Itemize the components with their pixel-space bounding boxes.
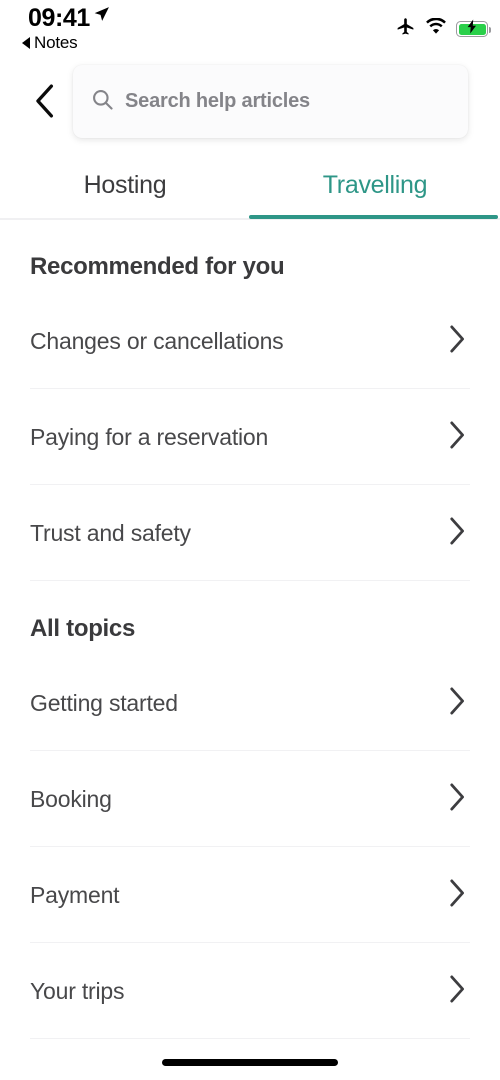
list-item-label: Trust and safety [30, 519, 191, 546]
battery-nub [488, 26, 491, 33]
chevron-right-icon [449, 325, 466, 358]
status-bar-left: 09:41 Notes [22, 4, 110, 53]
list-item-label: Your trips [30, 977, 125, 1004]
status-bar: 09:41 Notes [0, 0, 500, 62]
list-item-label: Getting started [30, 689, 178, 716]
tab-travelling[interactable]: Travelling [250, 152, 500, 218]
status-bar-right [395, 16, 491, 42]
search-icon [92, 89, 113, 115]
search-placeholder: Search help articles [125, 90, 310, 112]
home-indicator[interactable] [162, 1059, 338, 1066]
row-divider [30, 1037, 470, 1039]
list-item[interactable]: Payment [0, 847, 500, 943]
list-item[interactable]: Changes or cancellations [0, 293, 500, 389]
list-item[interactable]: Trust and safety [0, 485, 500, 581]
chevron-left-icon [34, 83, 56, 123]
charging-bolt-icon [467, 19, 477, 39]
section-header-recommended: Recommended for you [30, 253, 285, 280]
list-item[interactable]: Getting started [0, 655, 500, 751]
back-button[interactable] [24, 82, 66, 124]
list-item[interactable]: Paying for a reservation [0, 389, 500, 485]
list-item-label: Booking [30, 785, 112, 812]
wifi-icon [425, 17, 447, 41]
location-arrow-icon [93, 6, 110, 28]
triangle-left-icon [22, 37, 30, 49]
list-item[interactable]: Booking [0, 751, 500, 847]
chevron-right-icon [449, 783, 466, 816]
time-group: 09:41 [22, 4, 110, 32]
chevron-right-icon [449, 421, 466, 454]
tab-active-underline [249, 215, 498, 219]
chevron-right-icon [449, 687, 466, 720]
list-item-label: Payment [30, 881, 120, 908]
airplane-mode-icon [395, 16, 416, 42]
list-item-label: Paying for a reservation [30, 423, 269, 450]
battery-charging-icon [456, 19, 491, 39]
row-divider [30, 579, 470, 581]
help-topics-content: Recommended for you Changes or cancellat… [0, 220, 500, 1039]
section-header-all-topics: All topics [30, 615, 136, 642]
list-item-label: Changes or cancellations [30, 327, 284, 354]
list-item[interactable]: Your trips [0, 943, 500, 1039]
chevron-right-icon [449, 517, 466, 550]
phone-screen: 09:41 Notes Search help articles Hosting… [0, 0, 500, 1080]
search-input[interactable]: Search help articles [73, 65, 468, 138]
chevron-right-icon [449, 879, 466, 912]
chevron-right-icon [449, 975, 466, 1008]
status-time: 09:41 [28, 4, 90, 32]
search-row: Search help articles [0, 62, 500, 144]
back-to-notes-button[interactable]: Notes [22, 33, 78, 53]
tab-bar: Hosting Travelling [0, 152, 500, 218]
back-to-notes-label: Notes [34, 33, 78, 52]
tab-hosting[interactable]: Hosting [0, 152, 250, 218]
